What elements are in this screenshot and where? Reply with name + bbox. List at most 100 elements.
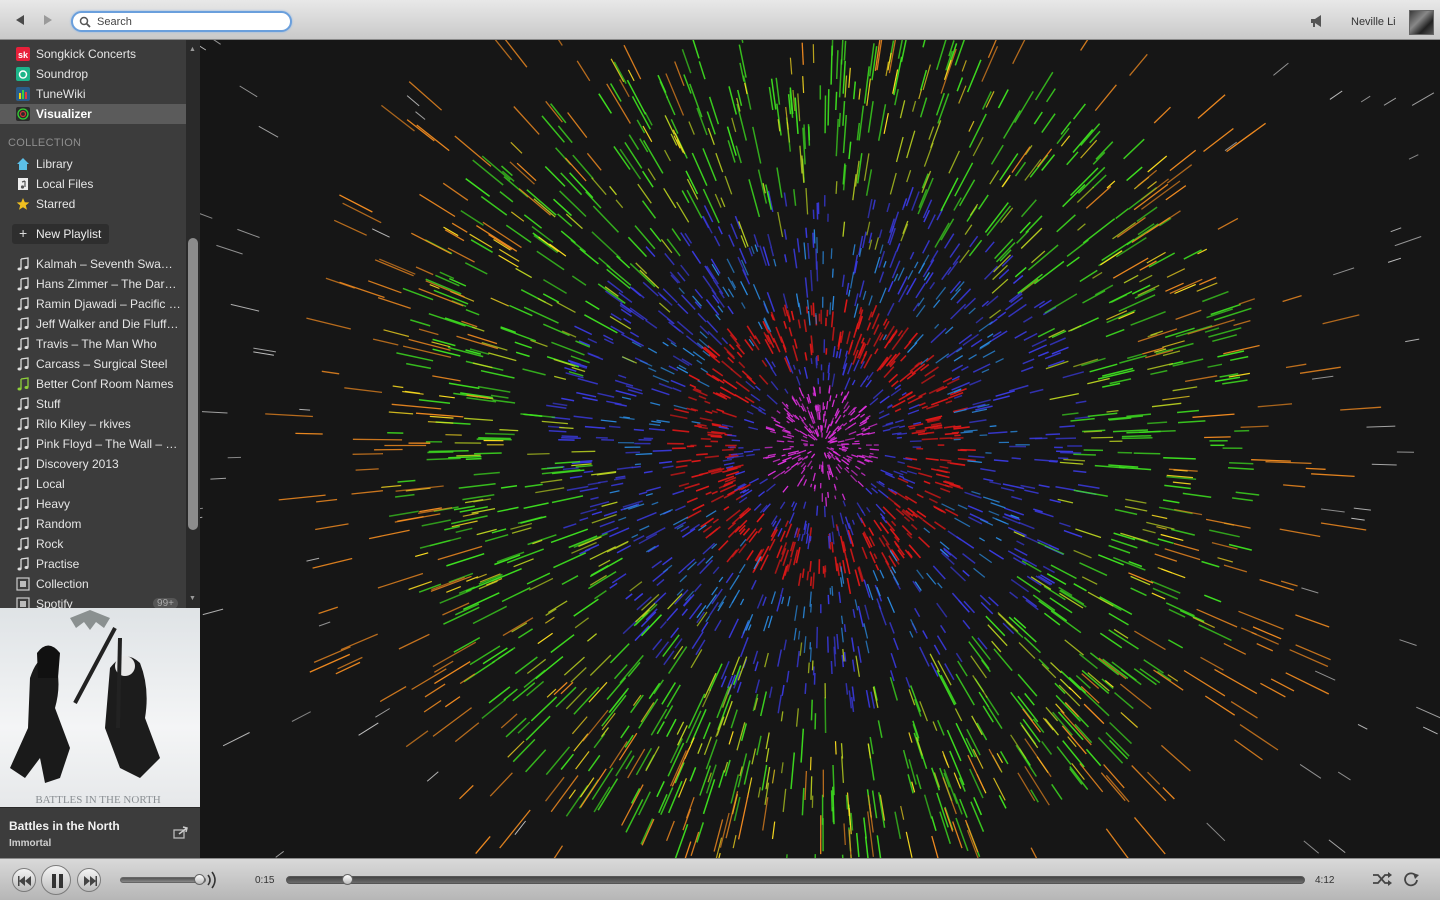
playlist-icon — [17, 397, 29, 411]
sidebar: sk Songkick Concerts Soundrop TuneWiki Visua… — [0, 40, 200, 608]
visualizer-canvas[interactable] — [200, 40, 1440, 858]
playlist-icon — [17, 477, 29, 491]
sidebar-item-label: Travis – The Man Who — [36, 337, 157, 351]
sidebar-item-label: Local Files — [36, 177, 94, 191]
sidebar-item-tunewiki[interactable]: TuneWiki — [0, 84, 186, 104]
sidebar-item-label: Pink Floyd – The Wall – 2011 — [36, 437, 182, 451]
pause-button[interactable] — [41, 865, 71, 895]
sidebar-item-label: Starred — [36, 197, 76, 211]
sidebar-item-discovery-2013[interactable]: Discovery 2013 — [0, 454, 186, 474]
track-duration: 4:12 — [1315, 875, 1335, 886]
sidebar-item-label: Carcass – Surgical Steel — [36, 357, 168, 371]
next-track-button[interactable] — [77, 868, 101, 892]
forward-arrow-icon[interactable] — [40, 12, 56, 28]
star-icon — [16, 198, 30, 210]
new-playlist-button[interactable]: + New Playlist — [12, 224, 109, 244]
library-icon — [17, 158, 29, 170]
top-bar: Neville Li — [0, 0, 1440, 40]
scroll-down-arrow-icon[interactable]: ▼ — [189, 595, 196, 602]
track-title[interactable]: Battles in the North — [9, 819, 120, 833]
sidebar-item-ramin-djawadi-pacific-rim[interactable]: Ramin Djawadi – Pacific Rim — [0, 294, 186, 314]
album-art-text: BATTLES IN THE NORTH — [35, 794, 160, 806]
elapsed-time: 0:15 — [255, 875, 275, 886]
sidebar-item-label: TuneWiki — [36, 87, 86, 101]
collection-heading: COLLECTION — [8, 137, 82, 149]
sidebar-item-label: Better Conf Room Names — [36, 377, 174, 391]
playlist-icon — [17, 437, 29, 451]
search-icon — [79, 16, 91, 28]
playlist-icon — [17, 317, 29, 331]
sidebar-item-rilo-kiley-rkives[interactable]: Rilo Kiley – rkives — [0, 414, 186, 434]
progress-bar[interactable] — [286, 876, 1305, 884]
svg-text:sk: sk — [18, 50, 29, 60]
sidebar-item-collection[interactable]: Collection — [0, 574, 186, 594]
previous-track-button[interactable] — [12, 868, 36, 892]
player-bar: 0:15 4:12 — [0, 858, 1440, 900]
avatar[interactable] — [1409, 10, 1434, 35]
sidebar-item-soundrop[interactable]: Soundrop — [0, 64, 186, 84]
username[interactable]: Neville Li — [1351, 16, 1396, 28]
sidebar-item-practise[interactable]: Practise — [0, 554, 186, 574]
scrollbar-thumb[interactable] — [188, 238, 198, 530]
playlist-icon — [17, 337, 29, 351]
megaphone-icon[interactable] — [1309, 14, 1325, 28]
sidebar-item-hans-zimmer-the-dark-knight[interactable]: Hans Zimmer – The Dark Knight — [0, 274, 186, 294]
sidebar-item-label: Collection — [36, 577, 89, 591]
visualizer-icon — [16, 107, 30, 121]
sidebar-item-local[interactable]: Local — [0, 474, 186, 494]
sidebar-item-spotify[interactable]: Spotify 99+ — [0, 594, 186, 608]
previous-icon — [18, 876, 31, 886]
sidebar-item-heavy[interactable]: Heavy — [0, 494, 186, 514]
search-input[interactable] — [97, 14, 282, 29]
new-playlist-label: New Playlist — [36, 227, 102, 241]
sidebar-item-label: Library — [36, 157, 73, 171]
plus-icon: + — [19, 225, 28, 241]
shuffle-icon[interactable] — [1372, 871, 1392, 887]
sidebar-item-stuff[interactable]: Stuff — [0, 394, 186, 414]
sidebar-item-jeff-walker-and-die-fluffers[interactable]: Jeff Walker and Die Fluffers — [0, 314, 186, 334]
sidebar-item-starred[interactable]: Starred — [0, 194, 186, 214]
volume-icon[interactable] — [205, 870, 219, 890]
sidebar-item-visualizer[interactable]: Visualizer — [0, 104, 186, 124]
tunewiki-icon — [16, 87, 30, 101]
sidebar-item-label: Local — [36, 477, 65, 491]
local-files-icon — [18, 178, 28, 190]
search-box[interactable] — [71, 11, 292, 32]
sidebar-item-label: Visualizer — [36, 107, 92, 121]
sidebar-item-random[interactable]: Random — [0, 514, 186, 534]
sidebar-item-label: Songkick Concerts — [36, 47, 137, 61]
sidebar-item-label: Soundrop — [36, 67, 89, 81]
sidebar-item-label: Discovery 2013 — [36, 457, 119, 471]
sidebar-item-better-conf-room-names[interactable]: Better Conf Room Names — [0, 374, 186, 394]
sidebar-item-pink-floyd-the-wall-2011[interactable]: Pink Floyd – The Wall – 2011 — [0, 434, 186, 454]
count-badge: 99+ — [153, 598, 178, 608]
sidebar-item-label: Rilo Kiley – rkives — [36, 417, 131, 431]
volume-knob[interactable] — [193, 874, 205, 885]
sidebar-item-label: Hans Zimmer – The Dark Knight — [36, 277, 182, 291]
album-art[interactable]: BATTLES IN THE NORTH — [0, 608, 200, 807]
sidebar-item-label: Rock — [36, 537, 64, 551]
repeat-icon[interactable] — [1402, 871, 1420, 887]
track-artist[interactable]: Immortal — [9, 838, 51, 849]
sidebar-item-rock[interactable]: Rock — [0, 534, 186, 554]
playlist-icon — [17, 557, 29, 571]
playlist-icon — [17, 417, 29, 431]
sidebar-scrollbar[interactable]: ▲ ▼ — [186, 40, 200, 608]
sidebar-item-travis-the-man-who[interactable]: Travis – The Man Who — [0, 334, 186, 354]
sidebar-item-carcass-surgical-steel[interactable]: Carcass – Surgical Steel — [0, 354, 186, 374]
sidebar-item-library[interactable]: Library — [0, 154, 186, 174]
sidebar-item-songkick-concerts[interactable]: sk Songkick Concerts — [0, 44, 186, 64]
sidebar-item-local-files[interactable]: Local Files — [0, 174, 186, 194]
playlist-icon — [17, 457, 29, 471]
back-arrow-icon[interactable] — [12, 12, 28, 28]
playlist-icon — [17, 517, 29, 531]
sidebar-item-label: Random — [36, 517, 82, 531]
soundrop-icon — [16, 67, 30, 81]
share-icon[interactable] — [173, 825, 189, 839]
folder-icon — [16, 597, 30, 608]
sidebar-item-label: Jeff Walker and Die Fluffers — [36, 317, 182, 331]
sidebar-item-label: Heavy — [36, 497, 71, 511]
scroll-up-arrow-icon[interactable]: ▲ — [189, 46, 196, 53]
sidebar-item-kalmah-seventh-swamphony[interactable]: Kalmah – Seventh Swamphony — [0, 254, 186, 274]
playlist-icon — [17, 537, 29, 551]
